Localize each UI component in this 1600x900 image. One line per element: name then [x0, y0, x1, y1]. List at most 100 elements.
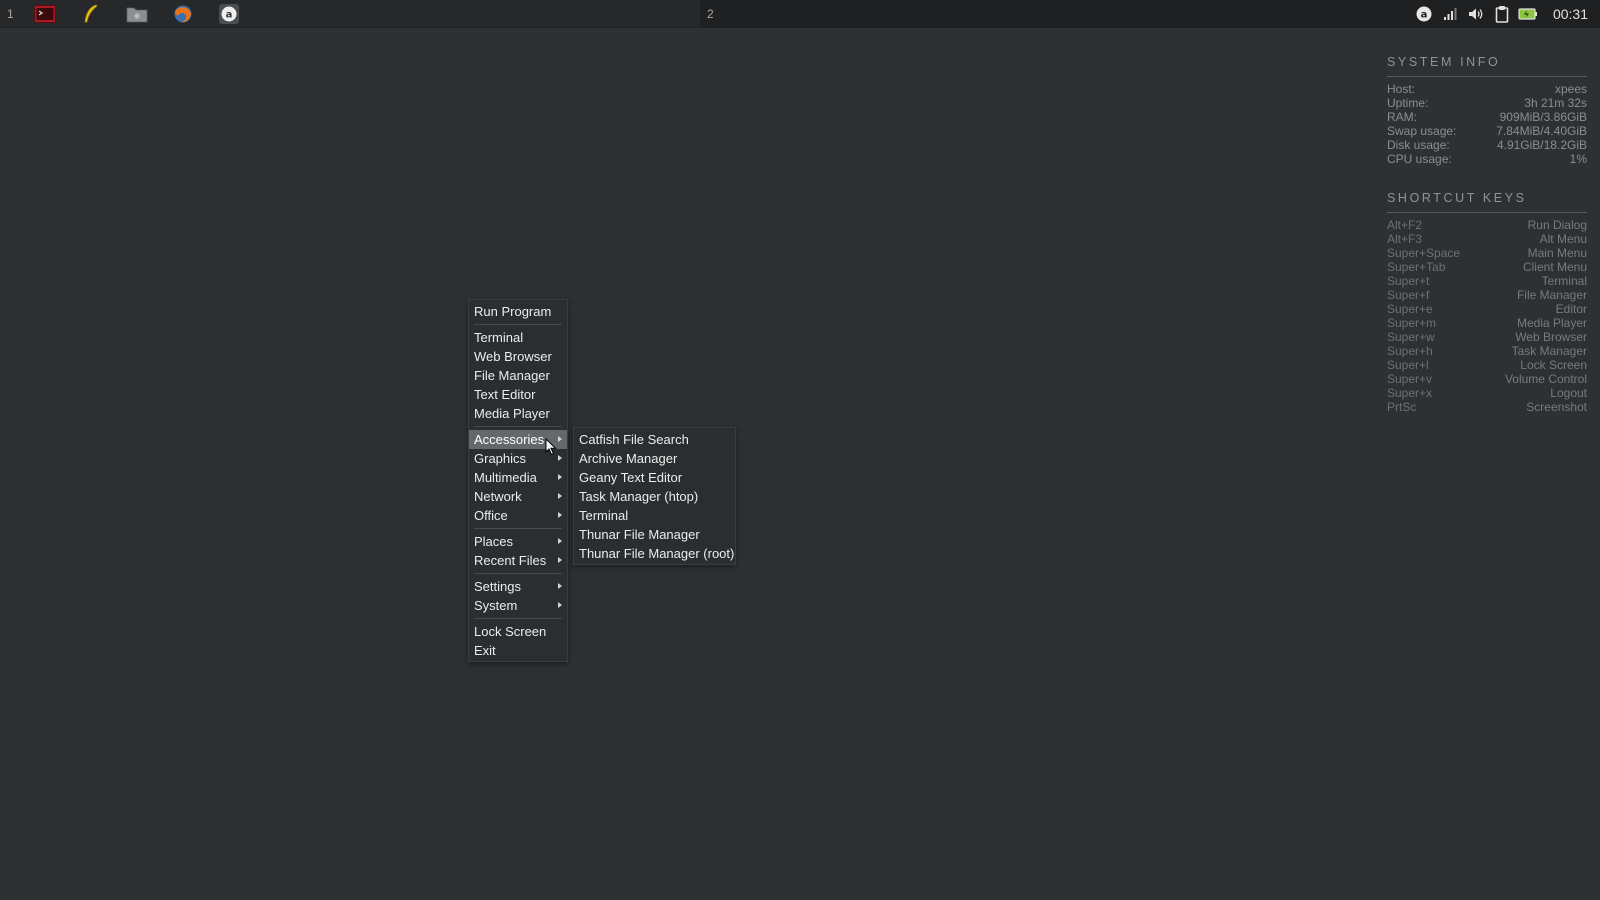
shortcut-keys-heading: SHORTCUT KEYS: [1387, 191, 1587, 213]
shortcut-key: Super+h: [1387, 344, 1433, 358]
menu-separator: [474, 324, 562, 325]
shortcut-action: Task Manager: [1511, 344, 1587, 358]
shortcut-key: PrtSc: [1387, 400, 1417, 414]
workspace-1-label[interactable]: 1: [0, 7, 22, 21]
info-value: 1%: [1569, 152, 1587, 166]
accessories-submenu: Catfish File Search Archive Manager Gean…: [573, 427, 736, 565]
clipboard-applet[interactable]: [1489, 0, 1515, 28]
menu-item-text-editor[interactable]: Text Editor: [469, 385, 567, 404]
shortcut-row: Super+x Logout: [1387, 386, 1587, 400]
app-launcher[interactable]: a: [206, 0, 252, 28]
signal-applet[interactable]: [1437, 0, 1463, 28]
menu-separator: [474, 528, 562, 529]
browser-launcher[interactable]: [160, 0, 206, 28]
shortcut-key: Super+Tab: [1387, 260, 1446, 274]
conky-widget: SYSTEM INFO Host: xpees Uptime: 3h 21m 32s…: [1387, 55, 1587, 414]
info-value: 909MiB/3.86GiB: [1499, 110, 1587, 124]
menu-item-terminal[interactable]: Terminal: [574, 506, 735, 525]
workspace-2-area[interactable]: 2 a 00:31: [700, 0, 1600, 28]
battery-icon: [1518, 8, 1537, 20]
shortcut-action: Logout: [1550, 386, 1587, 400]
menu-item-system[interactable]: System: [469, 596, 567, 615]
terminal-launcher[interactable]: [22, 0, 68, 28]
system-info-row: Host: xpees: [1387, 82, 1587, 96]
shortcut-row: Super+t Terminal: [1387, 274, 1587, 288]
shortcut-action: Lock Screen: [1520, 358, 1587, 372]
clock[interactable]: 00:31: [1553, 6, 1588, 22]
menu-item-settings[interactable]: Settings: [469, 577, 567, 596]
menu-item-geany[interactable]: Geany Text Editor: [574, 468, 735, 487]
menu-separator: [474, 426, 562, 427]
menu-separator: [474, 618, 562, 619]
submenu-arrow-icon: [558, 583, 562, 589]
menu-item-label: Recent Files: [474, 553, 547, 568]
menu-item-terminal[interactable]: Terminal: [469, 328, 567, 347]
info-label: Host:: [1387, 82, 1416, 96]
editor-launcher[interactable]: [68, 0, 114, 28]
menu-item-network[interactable]: Network: [469, 487, 567, 506]
menu-item-exit[interactable]: Exit: [469, 641, 567, 660]
shortcut-action: Alt Menu: [1539, 232, 1587, 246]
shortcut-action: Client Menu: [1522, 260, 1587, 274]
folder-icon: [126, 7, 148, 22]
info-label: Swap usage:: [1387, 124, 1457, 138]
menu-item-label: Multimedia: [474, 470, 537, 485]
menu-item-multimedia[interactable]: Multimedia: [469, 468, 567, 487]
svg-text:a: a: [225, 9, 232, 20]
menu-item-catfish[interactable]: Catfish File Search: [574, 430, 735, 449]
shortcut-key: Super+m: [1387, 316, 1437, 330]
menu-item-places[interactable]: Places: [469, 532, 567, 551]
shortcut-row: Super+f File Manager: [1387, 288, 1587, 302]
shortcut-action: Run Dialog: [1527, 218, 1587, 232]
info-label: CPU usage:: [1387, 152, 1452, 166]
info-label: Uptime:: [1387, 96, 1429, 110]
shortcut-key: Alt+F3: [1387, 232, 1423, 246]
shortcut-action: Screenshot: [1526, 400, 1587, 414]
battery-applet[interactable]: [1515, 0, 1541, 28]
menu-item-file-manager[interactable]: File Manager: [469, 366, 567, 385]
shortcut-row: Super+v Volume Control: [1387, 372, 1587, 386]
shortcut-action: Web Browser: [1515, 330, 1587, 344]
shortcut-row: Alt+F3 Alt Menu: [1387, 232, 1587, 246]
submenu-arrow-icon: [558, 557, 562, 563]
menu-item-label: Office: [474, 508, 508, 523]
firefox-icon: [174, 5, 192, 22]
submenu-arrow-icon: [558, 493, 562, 499]
system-info-row: Swap usage: 7.84MiB/4.40GiB: [1387, 124, 1587, 138]
menu-item-web-browser[interactable]: Web Browser: [469, 347, 567, 366]
menu-item-label: Settings: [474, 579, 521, 594]
shortcut-key: Super+w: [1387, 330, 1435, 344]
shortcut-key: Super+l: [1387, 358, 1429, 372]
volume-applet[interactable]: [1463, 0, 1489, 28]
workspace-2-label[interactable]: 2: [700, 7, 722, 21]
clipboard-icon: [1495, 6, 1509, 23]
workspace-1-area[interactable]: 1 a: [0, 0, 700, 28]
shortcut-action: Volume Control: [1504, 372, 1587, 386]
shortcut-row: Super+h Task Manager: [1387, 344, 1587, 358]
shortcut-row: Alt+F2 Run Dialog: [1387, 218, 1587, 232]
menu-item-archive-manager[interactable]: Archive Manager: [574, 449, 735, 468]
menu-item-htop[interactable]: Task Manager (htop): [574, 487, 735, 506]
signal-icon: [1443, 8, 1457, 20]
menu-item-lock-screen[interactable]: Lock Screen: [469, 622, 567, 641]
shortcut-row: Super+w Web Browser: [1387, 330, 1587, 344]
shortcut-key: Super+t: [1387, 274, 1430, 288]
info-value: 7.84MiB/4.40GiB: [1496, 124, 1587, 138]
shortcut-key: Super+e: [1387, 302, 1433, 316]
menu-item-thunar-root[interactable]: Thunar File Manager (root): [574, 544, 735, 563]
menu-item-office[interactable]: Office: [469, 506, 567, 525]
top-panel: 1 a 2 a 00:31: [0, 0, 1600, 28]
system-info-row: RAM: 909MiB/3.86GiB: [1387, 110, 1587, 124]
network-applet[interactable]: a: [1411, 0, 1437, 28]
shortcut-key: Super+f: [1387, 288, 1430, 302]
info-value: 4.91GiB/18.2GiB: [1496, 138, 1587, 152]
system-info-list: Host: xpees Uptime: 3h 21m 32s RAM: 909MiB/…: [1387, 82, 1587, 166]
menu-item-thunar[interactable]: Thunar File Manager: [574, 525, 735, 544]
file-manager-launcher[interactable]: [114, 0, 160, 28]
menu-item-label: Network: [474, 489, 522, 504]
menu-item-run-program[interactable]: Run Program: [469, 302, 567, 321]
shortcut-row: PrtSc Screenshot: [1387, 400, 1587, 414]
menu-item-recent-files[interactable]: Recent Files: [469, 551, 567, 570]
menu-item-media-player[interactable]: Media Player: [469, 404, 567, 423]
submenu-arrow-icon: [558, 474, 562, 480]
